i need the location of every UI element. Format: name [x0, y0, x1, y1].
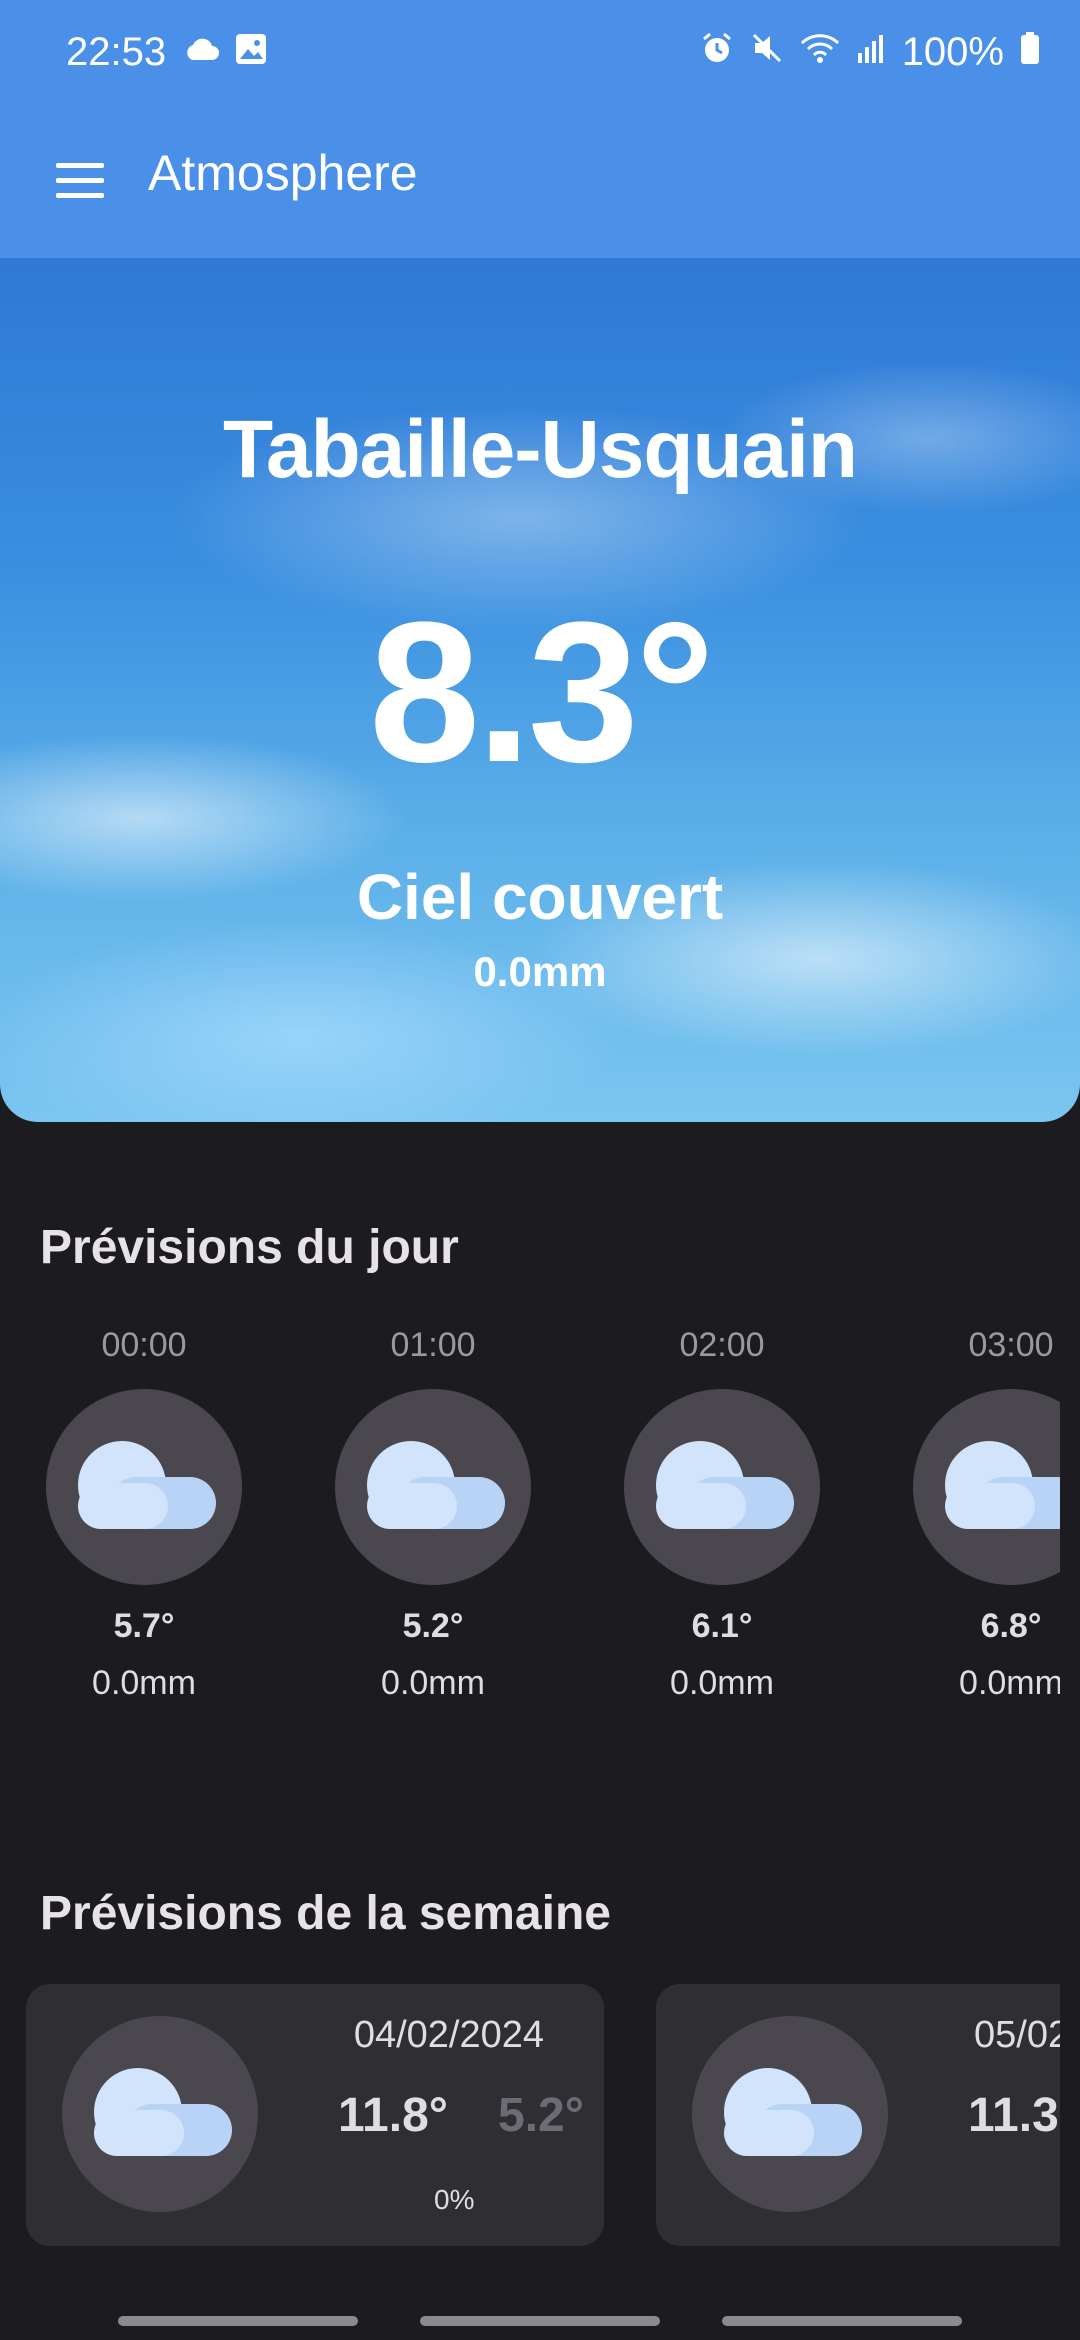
hourly-item: 00:00 5.7° 0.0mm	[44, 1312, 244, 1703]
app-bar: Atmosphere	[0, 130, 1080, 230]
hour-time: 02:00	[679, 1326, 765, 1364]
hour-temperature: 5.7°	[113, 1607, 175, 1645]
current-weather-card: Tabaille-Usquain 8.3° Ciel couvert 0.0mm	[0, 258, 1080, 1122]
nav-handle[interactable]	[118, 2316, 358, 2326]
hour-precipitation: 0.0mm	[92, 1664, 196, 1702]
alarm-icon	[700, 30, 734, 75]
hourly-forecast-list[interactable]: 00:00 5.7° 0.0mm 01:00 5.2° 0.0mm 02:00 …	[0, 1312, 1060, 1732]
cloud-icon	[367, 1441, 505, 1529]
hour-precipitation: 0.0mm	[670, 1664, 774, 1702]
cloud-icon	[94, 2068, 232, 2156]
day-max-temperature: 11.8°	[338, 2089, 448, 2142]
mute-icon	[750, 30, 784, 75]
hour-temperature: 6.8°	[980, 1607, 1042, 1645]
cloud-icon	[78, 1441, 216, 1529]
weekly-forecast-list[interactable]: 04/02/2024 11.8° 5.2° 0% 05/02/2024 11.3…	[0, 1984, 1060, 2250]
system-navigation-bar	[0, 2306, 1080, 2340]
day-min-temperature: 5.2°	[498, 2089, 584, 2142]
day-max-temperature: 11.3°	[968, 2089, 1060, 2142]
day-precip-probability: 0%	[434, 2184, 475, 2215]
day-date: 05/02/2024	[974, 2014, 1060, 2056]
daily-forecast-card[interactable]: 05/02/2024 11.3° 0%	[656, 1984, 1060, 2246]
hour-temperature: 5.2°	[402, 1607, 464, 1645]
status-time: 22:53	[66, 30, 167, 74]
signal-icon	[856, 30, 886, 75]
top-bar: 22:53 100% Atmosphere	[0, 0, 1080, 258]
hourly-item: 01:00 5.2° 0.0mm	[333, 1312, 533, 1703]
battery-level: 100%	[901, 30, 1004, 74]
status-bar: 22:53 100%	[0, 22, 1080, 82]
wifi-icon	[800, 30, 840, 75]
hour-temperature: 6.1°	[691, 1607, 753, 1645]
cloud-icon	[945, 1441, 1060, 1529]
nav-handle[interactable]	[420, 2316, 660, 2326]
hourly-forecast-title: Prévisions du jour	[40, 1221, 459, 1274]
image-icon	[234, 32, 268, 71]
hour-precipitation: 0.0mm	[959, 1664, 1060, 1702]
weekly-forecast-title: Prévisions de la semaine	[40, 1887, 611, 1940]
day-date: 04/02/2024	[353, 2014, 544, 2056]
cloud-icon	[656, 1441, 794, 1529]
hour-time: 01:00	[390, 1326, 476, 1364]
city-name: Tabaille-Usquain	[222, 404, 858, 495]
nav-handle[interactable]	[722, 2316, 962, 2326]
hour-time: 00:00	[101, 1326, 187, 1364]
current-temperature: 8.3°	[368, 581, 715, 804]
current-condition: Ciel couvert	[356, 861, 724, 933]
cloud-icon	[724, 2068, 862, 2156]
cloud-icon	[182, 36, 220, 67]
hourly-item: 02:00 6.1° 0.0mm	[622, 1312, 822, 1703]
battery-icon	[1020, 30, 1040, 75]
hourly-item: 03:00 6.8° 0.0mm	[911, 1312, 1060, 1703]
hamburger-menu-icon[interactable]	[56, 150, 116, 210]
daily-forecast-card[interactable]: 04/02/2024 11.8° 5.2° 0%	[26, 1984, 604, 2246]
app-title: Atmosphere	[148, 145, 418, 201]
hour-time: 03:00	[968, 1326, 1054, 1364]
hour-precipitation: 0.0mm	[381, 1664, 485, 1702]
current-precipitation: 0.0mm	[473, 948, 607, 995]
